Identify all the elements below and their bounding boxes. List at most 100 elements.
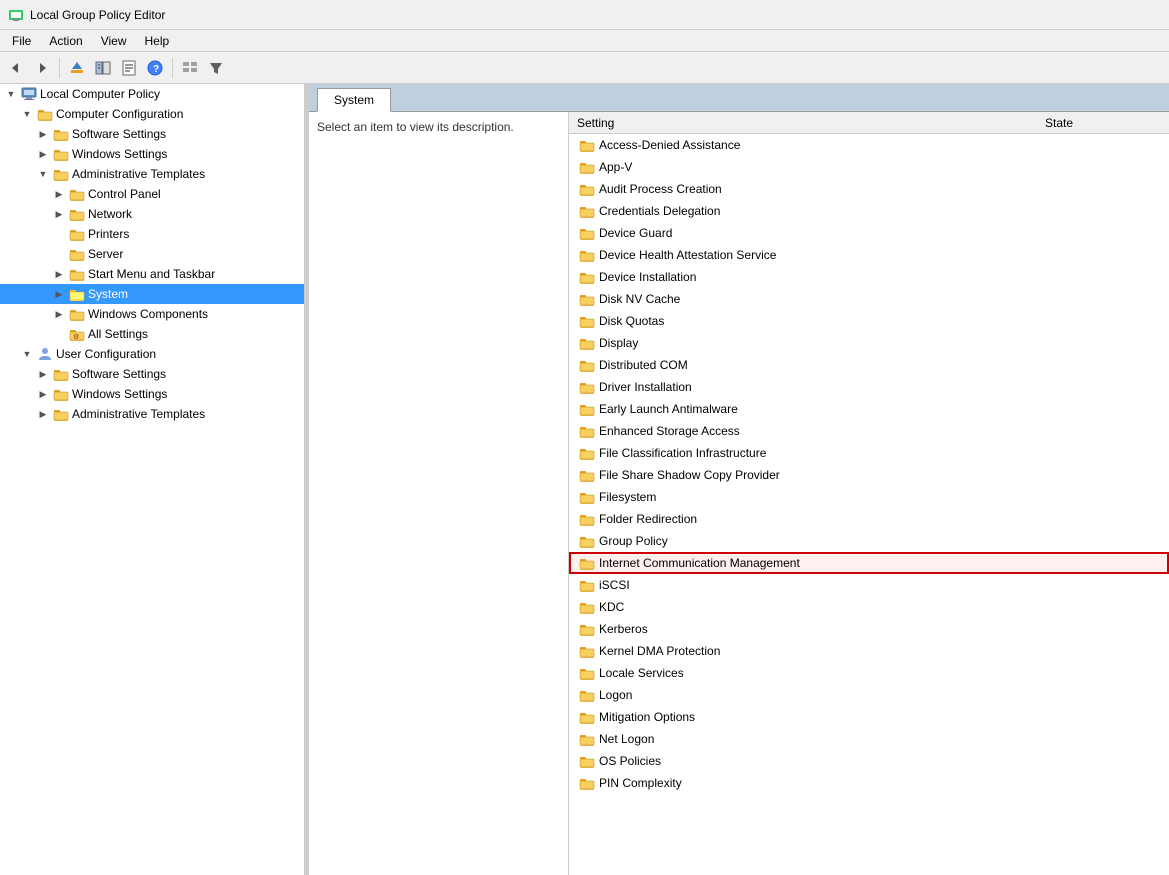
expand-btn-administrative-templates[interactable]: ▼ — [36, 167, 50, 181]
list-item-text: Group Policy — [599, 534, 1043, 548]
list-item[interactable]: File Share Shadow Copy Provider — [569, 464, 1169, 486]
list-item-text: Early Launch Antimalware — [599, 402, 1043, 416]
tree-item-software-settings[interactable]: ▶ Software Settings — [0, 124, 304, 144]
list-item-folder-icon — [579, 511, 595, 527]
list-item[interactable]: Group Policy — [569, 530, 1169, 552]
properties-button[interactable] — [117, 56, 141, 80]
tree-item-label: Windows Settings — [72, 147, 167, 161]
items-panel[interactable]: Setting State Access-Denied Assistance A… — [569, 112, 1169, 875]
tree-item-label: Administrative Templates — [72, 407, 205, 421]
list-item[interactable]: Kernel DMA Protection — [569, 640, 1169, 662]
tree-item-system[interactable]: ▶ System — [0, 284, 304, 304]
list-item[interactable]: Device Installation — [569, 266, 1169, 288]
show-hide-button[interactable] — [91, 56, 115, 80]
expand-btn-user-windows-settings[interactable]: ▶ — [36, 387, 50, 401]
list-item[interactable]: Early Launch Antimalware — [569, 398, 1169, 420]
list-item-text: Credentials Delegation — [599, 204, 1043, 218]
tree-item-network[interactable]: ▶ Network — [0, 204, 304, 224]
back-button[interactable] — [4, 56, 28, 80]
list-item[interactable]: Internet Communication Management — [569, 552, 1169, 574]
forward-button[interactable] — [30, 56, 54, 80]
list-item-text: Mitigation Options — [599, 710, 1043, 724]
menu-action[interactable]: Action — [41, 32, 90, 50]
tree-item-user-administrative-templates[interactable]: ▶ Administrative Templates — [0, 404, 304, 424]
list-item[interactable]: Mitigation Options — [569, 706, 1169, 728]
list-item[interactable]: Net Logon — [569, 728, 1169, 750]
app-icon — [8, 7, 24, 23]
list-item-folder-icon — [579, 423, 595, 439]
list-item-text: Disk Quotas — [599, 314, 1043, 328]
list-item-folder-icon — [579, 357, 595, 373]
list-item[interactable]: Locale Services — [569, 662, 1169, 684]
list-item[interactable]: Kerberos — [569, 618, 1169, 640]
tree-item-local-computer-policy[interactable]: ▼ Local Computer Policy — [0, 84, 304, 104]
list-item-text: Device Health Attestation Service — [599, 248, 1043, 262]
expand-btn-system[interactable]: ▶ — [52, 287, 66, 301]
tree-item-user-windows-settings[interactable]: ▶ Windows Settings — [0, 384, 304, 404]
list-item-folder-icon — [579, 247, 595, 263]
list-item[interactable]: Folder Redirection — [569, 508, 1169, 530]
view-button[interactable] — [178, 56, 202, 80]
tree-item-label: Network — [88, 207, 132, 221]
list-item[interactable]: Driver Installation — [569, 376, 1169, 398]
expand-btn-start-menu-taskbar[interactable]: ▶ — [52, 267, 66, 281]
expand-btn-network[interactable]: ▶ — [52, 207, 66, 221]
tree-item-administrative-templates[interactable]: ▼ Administrative Templates — [0, 164, 304, 184]
up-button[interactable] — [65, 56, 89, 80]
list-item-folder-icon — [579, 137, 595, 153]
tree-item-windows-components[interactable]: ▶ Windows Components — [0, 304, 304, 324]
list-item-text: Filesystem — [599, 490, 1043, 504]
expand-btn-local-computer-policy[interactable]: ▼ — [4, 87, 18, 101]
list-item-text: File Share Shadow Copy Provider — [599, 468, 1043, 482]
list-item[interactable]: File Classification Infrastructure — [569, 442, 1169, 464]
list-item[interactable]: Audit Process Creation — [569, 178, 1169, 200]
tree-item-user-software-settings[interactable]: ▶ Software Settings — [0, 364, 304, 384]
list-item[interactable]: iSCSI — [569, 574, 1169, 596]
tree-item-control-panel[interactable]: ▶ Control Panel — [0, 184, 304, 204]
tree-item-printers[interactable]: Printers — [0, 224, 304, 244]
list-item[interactable]: OS Policies — [569, 750, 1169, 772]
filter-button[interactable] — [204, 56, 228, 80]
tree-item-start-menu-taskbar[interactable]: ▶ Start Menu and Taskbar — [0, 264, 304, 284]
menu-view[interactable]: View — [93, 32, 135, 50]
expand-btn-user-configuration[interactable]: ▼ — [20, 347, 34, 361]
expand-btn-user-software-settings[interactable]: ▶ — [36, 367, 50, 381]
menu-help[interactable]: Help — [137, 32, 178, 50]
list-item[interactable]: App-V — [569, 156, 1169, 178]
expand-btn-software-settings[interactable]: ▶ — [36, 127, 50, 141]
tab-system[interactable]: System — [317, 88, 391, 112]
folder-icon — [37, 106, 53, 122]
expand-btn-windows-settings[interactable]: ▶ — [36, 147, 50, 161]
menu-file[interactable]: File — [4, 32, 39, 50]
list-item[interactable]: Disk Quotas — [569, 310, 1169, 332]
help-button[interactable]: ? — [143, 56, 167, 80]
help-icon: ? — [147, 60, 163, 76]
list-item[interactable]: Device Guard — [569, 222, 1169, 244]
expand-btn-windows-components[interactable]: ▶ — [52, 307, 66, 321]
tree-item-all-settings[interactable]: ⚙ All Settings — [0, 324, 304, 344]
list-item[interactable]: Distributed COM — [569, 354, 1169, 376]
list-item[interactable]: Access-Denied Assistance — [569, 134, 1169, 156]
user-icon — [37, 346, 53, 362]
list-item[interactable]: Enhanced Storage Access — [569, 420, 1169, 442]
tree-panel: ▼ Local Computer Policy▼ Computer Config… — [0, 84, 305, 875]
tree-item-windows-settings[interactable]: ▶ Windows Settings — [0, 144, 304, 164]
folder-icon — [69, 226, 85, 242]
tree-item-server[interactable]: Server — [0, 244, 304, 264]
tree-item-user-configuration[interactable]: ▼ User Configuration — [0, 344, 304, 364]
list-item[interactable]: Disk NV Cache — [569, 288, 1169, 310]
list-item-text: Net Logon — [599, 732, 1043, 746]
list-item[interactable]: Device Health Attestation Service — [569, 244, 1169, 266]
expand-btn-computer-configuration[interactable]: ▼ — [20, 107, 34, 121]
list-item[interactable]: Logon — [569, 684, 1169, 706]
list-item[interactable]: KDC — [569, 596, 1169, 618]
list-item[interactable]: Credentials Delegation — [569, 200, 1169, 222]
expand-btn-user-administrative-templates[interactable]: ▶ — [36, 407, 50, 421]
list-item[interactable]: Filesystem — [569, 486, 1169, 508]
expand-btn-control-panel[interactable]: ▶ — [52, 187, 66, 201]
tree-item-label: System — [88, 287, 128, 301]
list-item[interactable]: Display — [569, 332, 1169, 354]
list-item[interactable]: PIN Complexity — [569, 772, 1169, 794]
list-item-folder-icon — [579, 489, 595, 505]
tree-item-computer-configuration[interactable]: ▼ Computer Configuration — [0, 104, 304, 124]
